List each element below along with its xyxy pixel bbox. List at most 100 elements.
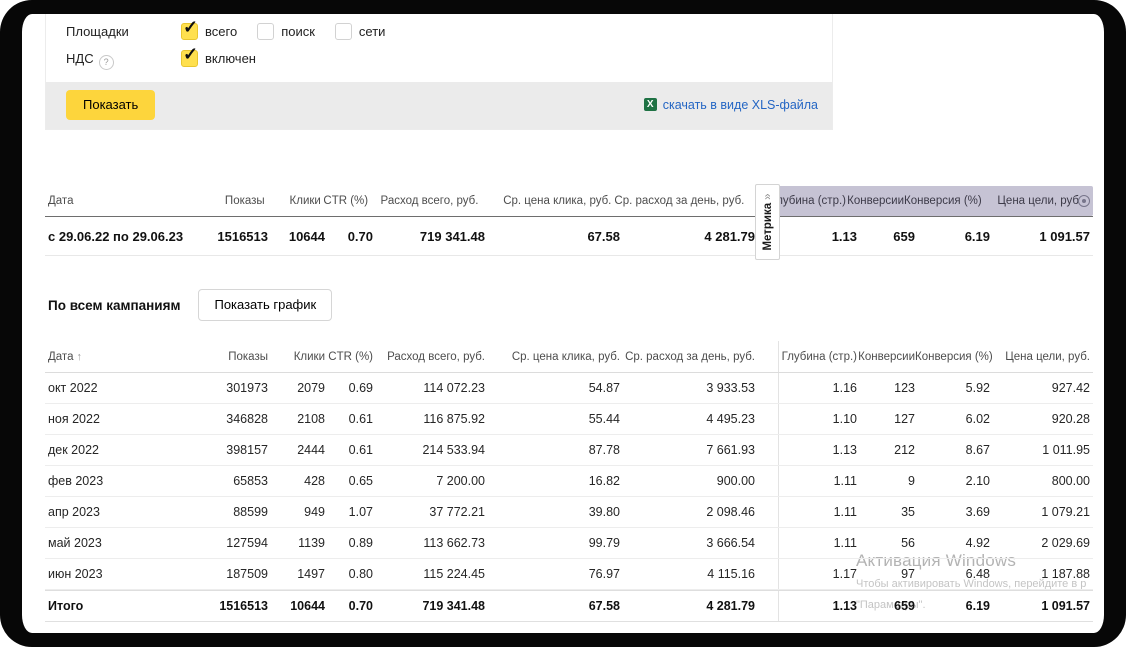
col-impressions-header[interactable]: Показы: [205, 351, 268, 363]
col-conversions-header[interactable]: Конверсии: [857, 351, 915, 363]
cell-total-cost: 114 072.23: [373, 381, 485, 395]
cell-ctr: 0.70: [325, 229, 373, 244]
platform-option[interactable]: сети: [335, 23, 386, 40]
cell-clicks: 2079: [268, 381, 325, 395]
cell-conversions: 127: [857, 412, 915, 426]
col-conversion-rate-header[interactable]: Конверсия (%): [915, 351, 990, 363]
col-impressions-header[interactable]: Показы: [203, 195, 265, 207]
summary-table-row: с 29.06.22 по 29.06.23 1516513 10644 0.7…: [45, 217, 1093, 256]
cell-conversion-rate: 2.10: [915, 474, 990, 488]
vat-row: НДС? включен: [46, 41, 832, 71]
vat-label: НДС?: [66, 50, 181, 70]
cell-date: фев 2023: [45, 474, 205, 488]
cell-ctr: 0.89: [325, 536, 373, 550]
col-date-header[interactable]: Дата↑: [45, 351, 205, 363]
col-avg-day-cost-header[interactable]: Ср. расход за день, руб.: [611, 195, 744, 207]
col-avg-click-cost-header[interactable]: Ср. цена клика, руб.: [478, 195, 611, 207]
platform-checkbox[interactable]: [257, 23, 274, 40]
vat-label-text: НДС: [66, 51, 94, 66]
cell-ctr: 0.61: [325, 443, 373, 457]
cell-depth: 1.11: [779, 505, 857, 519]
cell-avg-click-cost: 99.79: [485, 536, 620, 550]
report-page: Активация Windows Чтобы активировать Win…: [0, 0, 1126, 647]
cell-goal-cost: 2 029.69: [990, 536, 1090, 550]
cell-conversions: 9: [857, 474, 915, 488]
col-date-header[interactable]: Дата: [45, 195, 203, 207]
col-goal-cost-header[interactable]: Цена цели, руб: [979, 195, 1079, 207]
platform-option[interactable]: поиск: [257, 23, 315, 40]
table-row: дек 2022 398157 2444 0.61 214 533.94 87.…: [45, 435, 1093, 466]
cell-total-cost: 7 200.00: [373, 474, 485, 488]
cell-ctr: 0.80: [325, 567, 373, 581]
cell-date: Итого: [45, 599, 205, 613]
col-ctr-header[interactable]: CTR (%): [325, 351, 373, 363]
column-settings-icon[interactable]: [1078, 195, 1090, 207]
cell-impressions: 127594: [205, 536, 268, 550]
cell-date: июн 2023: [45, 567, 205, 581]
cell-avg-day-cost: 2 098.46: [620, 505, 755, 519]
cell-avg-click-cost: 39.80: [485, 505, 620, 519]
show-button[interactable]: Показать: [66, 90, 155, 120]
cell-impressions: 398157: [205, 443, 268, 457]
col-total-cost-header[interactable]: Расход всего, руб.: [368, 195, 478, 207]
cell-impressions: 1516513: [205, 599, 268, 613]
cell-date: дек 2022: [45, 443, 205, 457]
sort-asc-icon[interactable]: ↑: [76, 351, 82, 363]
cell-conversions: 35: [857, 505, 915, 519]
platforms-row: Площадки всего поиск сети: [46, 14, 832, 41]
col-avg-day-cost-header[interactable]: Ср. расход за день, руб.: [620, 351, 755, 363]
cell-impressions: 88599: [205, 505, 268, 519]
metrika-columns-group: Глубина (стр.) Конверсии Конверсия (%) Ц…: [768, 186, 1093, 216]
metrika-tab[interactable]: Метрика»: [755, 184, 780, 260]
col-ctr-header[interactable]: CTR (%): [321, 195, 368, 207]
cell-avg-click-cost: 76.97: [485, 567, 620, 581]
platform-option[interactable]: всего: [181, 23, 237, 40]
cell-conversion-rate: 6.19: [915, 599, 990, 613]
metrika-tab-text: Метрика: [762, 203, 774, 251]
column-divider: [755, 341, 779, 372]
metrika-tab-label: Метрика»: [762, 193, 774, 250]
monthly-table: Дата↑ Показы Клики CTR (%) Расход всего,…: [45, 341, 1093, 622]
table-row: апр 2023 88599 949 1.07 37 772.21 39.80 …: [45, 497, 1093, 528]
cell-goal-cost: 1 011.95: [990, 443, 1090, 457]
cell-conversions: 97: [857, 567, 915, 581]
cell-goal-cost: 1 187.88: [990, 567, 1090, 581]
column-divider: [755, 404, 779, 434]
cell-ctr: 1.07: [325, 505, 373, 519]
platform-checkbox[interactable]: [181, 23, 198, 40]
col-total-cost-header[interactable]: Расход всего, руб.: [373, 351, 485, 363]
download-xls-label: скачать в виде XLS-файла: [663, 98, 818, 112]
cell-goal-cost: 1 091.57: [990, 229, 1090, 244]
col-depth-header[interactable]: Глубина (стр.): [779, 351, 857, 363]
excel-file-icon: X: [644, 98, 657, 111]
column-divider: [755, 559, 779, 589]
col-clicks-header[interactable]: Клики: [268, 351, 325, 363]
col-conversions-header[interactable]: Конверсии: [846, 195, 904, 207]
cell-goal-cost: 927.42: [990, 381, 1090, 395]
col-avg-click-cost-header[interactable]: Ср. цена клика, руб.: [485, 351, 620, 363]
cell-total-cost: 116 875.92: [373, 412, 485, 426]
cell-avg-day-cost: 4 115.16: [620, 567, 755, 581]
col-conversion-rate-header[interactable]: Конверсия (%): [904, 195, 979, 207]
cell-avg-day-cost: 7 661.93: [620, 443, 755, 457]
platform-checkbox[interactable]: [335, 23, 352, 40]
cell-avg-click-cost: 55.44: [485, 412, 620, 426]
download-xls-link[interactable]: X скачать в виде XLS-файла: [644, 98, 818, 112]
col-goal-cost-header[interactable]: Цена цели, руб.: [990, 351, 1090, 363]
vat-help-icon[interactable]: ?: [99, 55, 114, 70]
show-chart-button[interactable]: Показать график: [198, 289, 332, 321]
cell-clicks: 2108: [268, 412, 325, 426]
cell-conversions: 212: [857, 443, 915, 457]
monthly-table-body: окт 2022 301973 2079 0.69 114 072.23 54.…: [45, 373, 1093, 622]
col-date-label: Дата: [48, 351, 73, 363]
cell-impressions: 187509: [205, 567, 268, 581]
cell-avg-click-cost: 54.87: [485, 381, 620, 395]
column-divider: [755, 435, 779, 465]
cell-avg-click-cost: 67.58: [485, 229, 620, 244]
vat-checkbox[interactable]: [181, 50, 198, 67]
col-clicks-header[interactable]: Клики: [265, 195, 321, 207]
cell-avg-day-cost: 4 281.79: [620, 229, 755, 244]
cell-conversion-rate: 3.69: [915, 505, 990, 519]
vat-option[interactable]: включен: [181, 50, 256, 67]
cell-conversion-rate: 6.19: [915, 229, 990, 244]
